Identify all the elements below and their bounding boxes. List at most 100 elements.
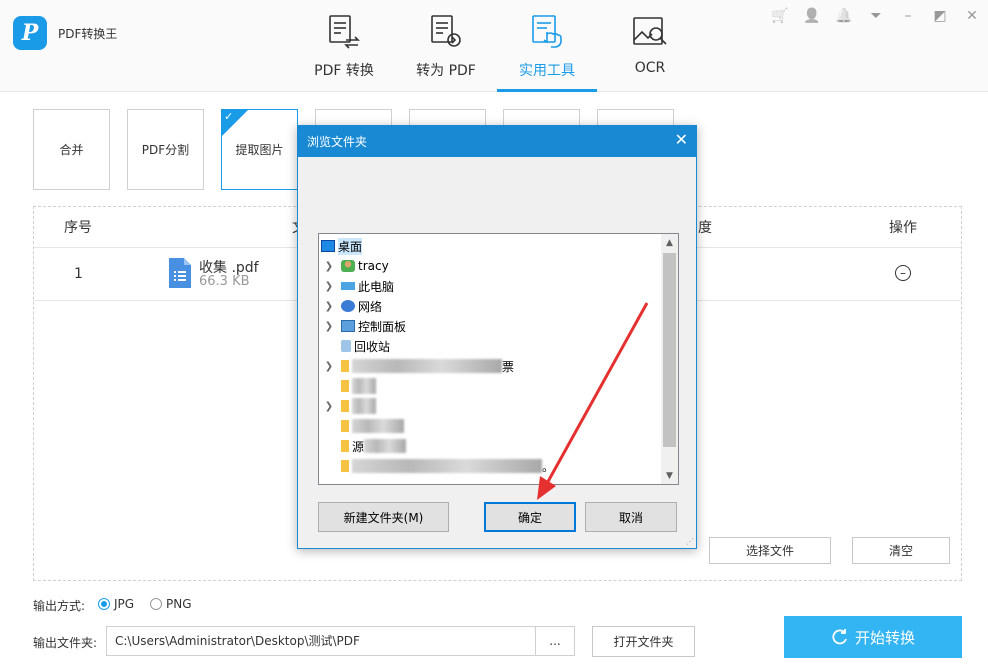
tab-ocr[interactable]: OCR bbox=[600, 12, 700, 92]
folder-icon bbox=[341, 440, 349, 452]
open-folder-button[interactable]: 打开文件夹 bbox=[592, 626, 695, 657]
expand-arrow-icon[interactable]: ❯ bbox=[323, 321, 335, 332]
blurred-head: 源 bbox=[352, 439, 365, 454]
radio-label: PNG bbox=[166, 597, 192, 611]
app-title: PDF转换王 bbox=[58, 27, 118, 41]
radio-jpg[interactable]: JPG bbox=[98, 597, 134, 611]
document-icon bbox=[169, 258, 191, 288]
app-header: P PDF转换王 PDF 转换 转为 PDF 实用工具 OCR 🛒 👤 🔔 ⏷ … bbox=[0, 0, 988, 92]
to-pdf-icon bbox=[431, 15, 461, 47]
ocr-icon bbox=[633, 17, 667, 45]
radio-png[interactable]: PNG bbox=[150, 597, 192, 611]
tools-icon bbox=[532, 15, 562, 48]
tree-item-network[interactable]: ❯ 网络 bbox=[323, 296, 382, 316]
close-icon[interactable]: ✕ bbox=[956, 6, 988, 26]
new-folder-button[interactable]: 新建文件夹(M) bbox=[318, 502, 449, 532]
maximize-icon[interactable]: ◩ bbox=[924, 6, 956, 26]
expand-arrow-icon[interactable]: ❯ bbox=[323, 261, 335, 272]
dialog-title: 浏览文件夹 bbox=[307, 135, 368, 149]
row-index: 1 bbox=[74, 266, 83, 282]
tab-pdf-convert[interactable]: PDF 转换 bbox=[294, 12, 394, 92]
tab-label: OCR bbox=[634, 60, 666, 76]
expand-arrow-icon[interactable]: ❯ bbox=[323, 361, 335, 372]
folder-icon bbox=[341, 400, 349, 412]
folder-tree[interactable]: 桌面 ❯ tracy ❯ 此电脑 ❯ 网络 ❯ 控制面板 回收站 ❯ 票 ❯ 源… bbox=[318, 233, 679, 485]
blurred-label bbox=[352, 419, 404, 433]
remove-icon[interactable]: – bbox=[895, 265, 911, 281]
radio-dot bbox=[98, 598, 110, 610]
expand-arrow-icon[interactable]: ❯ bbox=[323, 281, 335, 292]
radio-label: JPG bbox=[114, 597, 135, 611]
bell-icon[interactable]: 🔔 bbox=[828, 6, 860, 26]
expand-arrow-icon[interactable]: ❯ bbox=[323, 401, 335, 412]
blurred-tail: 票 bbox=[502, 359, 515, 374]
menu-icon[interactable]: ⏷ bbox=[860, 6, 892, 26]
tree-item-label: 控制面板 bbox=[358, 319, 407, 334]
folder-icon bbox=[341, 360, 349, 372]
browse-button[interactable]: ... bbox=[535, 626, 575, 656]
dialog-close-icon[interactable]: ✕ bbox=[675, 130, 688, 149]
blurred-label bbox=[352, 378, 376, 394]
scroll-up-icon[interactable]: ▲ bbox=[661, 234, 678, 251]
output-format-label: 输出方式: bbox=[33, 599, 86, 613]
tab-to-pdf[interactable]: 转为 PDF bbox=[396, 12, 496, 92]
blurred-label bbox=[352, 359, 502, 373]
ok-button[interactable]: 确定 bbox=[484, 502, 576, 532]
refresh-icon bbox=[832, 629, 847, 645]
folder-icon bbox=[341, 380, 349, 392]
blurred-label bbox=[352, 398, 376, 414]
cancel-button[interactable]: 取消 bbox=[585, 502, 677, 532]
tree-item-control-panel[interactable]: ❯ 控制面板 bbox=[323, 316, 406, 336]
tool-label: PDF分割 bbox=[141, 143, 190, 157]
folder-icon bbox=[341, 420, 349, 432]
minimize-icon[interactable]: – bbox=[892, 6, 924, 26]
tree-scrollbar[interactable]: ▲ ▼ bbox=[661, 234, 678, 484]
scroll-down-icon[interactable]: ▼ bbox=[661, 467, 678, 484]
tree-item-label: tracy bbox=[358, 259, 389, 273]
tree-item-label: 回收站 bbox=[354, 339, 391, 354]
scroll-thumb[interactable] bbox=[663, 253, 676, 447]
tree-item-blurred[interactable] bbox=[341, 416, 404, 436]
clear-button[interactable]: 清空 bbox=[852, 537, 950, 564]
tree-item-blurred[interactable] bbox=[341, 376, 376, 396]
tree-item-blurred[interactable]: ❯ bbox=[323, 396, 376, 416]
tree-item-label: 网络 bbox=[358, 299, 383, 314]
tab-label: PDF 转换 bbox=[314, 63, 374, 79]
tab-tools[interactable]: 实用工具 bbox=[497, 12, 597, 92]
computer-icon bbox=[341, 282, 355, 290]
tree-item-recycle-bin[interactable]: 回收站 bbox=[341, 336, 390, 356]
app-logo: P bbox=[13, 16, 47, 50]
folder-icon bbox=[341, 460, 349, 472]
resize-grip-icon[interactable]: ⋰ bbox=[686, 537, 694, 546]
tool-extract-images[interactable]: ✓ 提取图片 bbox=[221, 109, 298, 190]
user-icon[interactable]: 👤 bbox=[796, 6, 828, 26]
header-progress: 度 bbox=[698, 220, 712, 236]
check-icon: ✓ bbox=[224, 110, 234, 123]
tree-item-blurred[interactable]: ❯ 票 bbox=[323, 356, 514, 376]
start-convert-button[interactable]: 开始转换 bbox=[784, 616, 962, 658]
tree-item-blurred[interactable]: 源 bbox=[341, 436, 407, 456]
select-file-button[interactable]: 选择文件 bbox=[709, 537, 831, 564]
tree-item-desktop[interactable]: 桌面 bbox=[321, 236, 363, 256]
tool-split[interactable]: PDF分割 bbox=[127, 109, 204, 190]
control-panel-icon bbox=[341, 320, 355, 332]
tree-item-this-pc[interactable]: ❯ 此电脑 bbox=[323, 276, 394, 296]
tool-label: 合并 bbox=[59, 143, 84, 157]
tool-merge[interactable]: 合并 bbox=[33, 109, 110, 190]
window-controls: 🛒 👤 🔔 ⏷ – ◩ ✕ bbox=[764, 6, 988, 26]
browse-folder-dialog: 浏览文件夹 ✕ 桌面 ❯ tracy ❯ 此电脑 ❯ 网络 ❯ 控制面板 回收站… bbox=[297, 125, 697, 549]
start-label: 开始转换 bbox=[854, 628, 915, 647]
tool-label: 提取图片 bbox=[235, 143, 284, 157]
tree-item-blurred[interactable]: 。 bbox=[341, 456, 554, 476]
tab-label: 转为 PDF bbox=[416, 63, 476, 79]
blurred-label bbox=[364, 439, 407, 453]
expand-arrow-icon[interactable]: ❯ bbox=[323, 301, 335, 312]
tree-item-label: 此电脑 bbox=[358, 279, 395, 294]
output-folder-input[interactable]: C:\Users\Administrator\Desktop\测试\PDF bbox=[106, 626, 536, 656]
pdf-convert-icon bbox=[329, 15, 360, 49]
file-size: 66.3 KB bbox=[199, 274, 250, 289]
tree-item-tracy[interactable]: ❯ tracy bbox=[323, 256, 389, 276]
blurred-label bbox=[352, 459, 542, 473]
cart-icon[interactable]: 🛒 bbox=[764, 6, 796, 26]
desktop-icon bbox=[321, 240, 335, 252]
